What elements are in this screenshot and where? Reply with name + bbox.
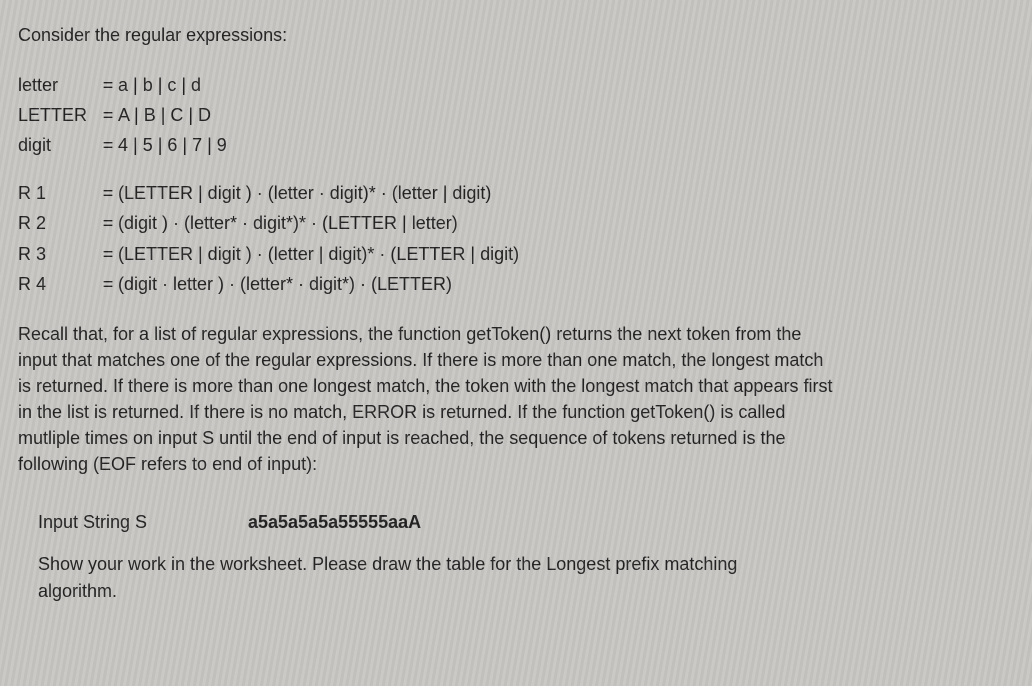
- input-string-label: Input String S: [38, 509, 248, 535]
- rule-name: R 4: [18, 271, 98, 297]
- definition-row: digit = 4 | 5 | 6 | 7 | 9: [18, 132, 1014, 158]
- rule-expr: (LETTER | digit ) · (letter · digit)* · …: [118, 180, 491, 206]
- definition-name: digit: [18, 132, 98, 158]
- rule-row: R 2 = (digit ) · (letter* · digit*)* · (…: [18, 210, 1014, 236]
- equals-sign: =: [98, 72, 118, 98]
- input-string-value: a5a5a5a5a55555aaA: [248, 509, 421, 535]
- rule-row: R 4 = (digit · letter ) · (letter* · dig…: [18, 271, 1014, 297]
- definition-row: letter = a | b | c | d: [18, 72, 1014, 98]
- closing-instruction: Show your work in the worksheet. Please …: [38, 551, 798, 603]
- rule-row: R 1 = (LETTER | digit ) · (letter · digi…: [18, 180, 1014, 206]
- rule-name: R 3: [18, 241, 98, 267]
- question-body: Consider the regular expressions: letter…: [0, 0, 1032, 626]
- definitions-block: letter = a | b | c | d LETTER = A | B | …: [18, 72, 1014, 158]
- definition-row: LETTER = A | B | C | D: [18, 102, 1014, 128]
- definition-name: LETTER: [18, 102, 98, 128]
- equals-sign: =: [98, 210, 118, 236]
- rule-name: R 2: [18, 210, 98, 236]
- equals-sign: =: [98, 271, 118, 297]
- rule-expr: (LETTER | digit ) · (letter | digit)* · …: [118, 241, 519, 267]
- definition-expr: A | B | C | D: [118, 102, 211, 128]
- heading: Consider the regular expressions:: [18, 22, 1014, 48]
- explanation-paragraph: Recall that, for a list of regular expre…: [18, 321, 838, 478]
- definition-expr: a | b | c | d: [118, 72, 201, 98]
- rule-expr: (digit ) · (letter* · digit*)* · (LETTER…: [118, 210, 458, 236]
- equals-sign: =: [98, 132, 118, 158]
- rules-block: R 1 = (LETTER | digit ) · (letter · digi…: [18, 180, 1014, 296]
- definition-expr: 4 | 5 | 6 | 7 | 9: [118, 132, 227, 158]
- definition-name: letter: [18, 72, 98, 98]
- equals-sign: =: [98, 180, 118, 206]
- equals-sign: =: [98, 241, 118, 267]
- equals-sign: =: [98, 102, 118, 128]
- rule-name: R 1: [18, 180, 98, 206]
- input-string-row: Input String S a5a5a5a5a55555aaA: [38, 509, 1014, 535]
- rule-expr: (digit · letter ) · (letter* · digit*) ·…: [118, 271, 452, 297]
- rule-row: R 3 = (LETTER | digit ) · (letter | digi…: [18, 241, 1014, 267]
